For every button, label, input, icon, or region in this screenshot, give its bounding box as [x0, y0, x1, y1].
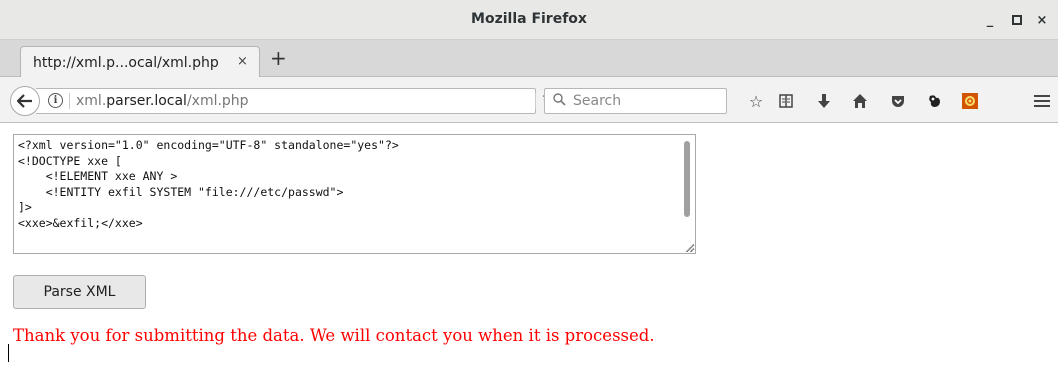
resize-grip-icon[interactable]: [684, 242, 694, 252]
addon-icon[interactable]: [960, 91, 980, 111]
reading-list-icon[interactable]: [776, 91, 796, 111]
back-button[interactable]: [10, 86, 40, 116]
status-message: Thank you for submitting the data. We wi…: [13, 326, 655, 345]
tab-label: http://xml.p...ocal/xml.php: [33, 55, 219, 71]
window-titlebar: Mozilla Firefox _ ×: [0, 0, 1058, 40]
url-separator-2: [535, 93, 536, 109]
tab-strip: http://xml.p...ocal/xml.php × +: [0, 40, 1058, 78]
info-icon[interactable]: i: [48, 93, 63, 108]
text-cursor: [8, 344, 9, 362]
back-arrow-icon: [17, 94, 32, 108]
navigation-bar: i xml.parser.local/xml.php ↻ Search ☆: [0, 77, 1058, 123]
url-separator: [69, 93, 70, 109]
menu-icon[interactable]: [1032, 91, 1052, 111]
maximize-icon: [1012, 15, 1022, 25]
download-icon[interactable]: [814, 91, 834, 111]
url-text[interactable]: xml.parser.local/xml.php: [76, 93, 249, 109]
home-icon[interactable]: [850, 91, 870, 111]
star-icon[interactable]: ☆: [746, 91, 766, 111]
url-host: parser.local: [106, 93, 187, 109]
search-box[interactable]: Search: [544, 88, 727, 114]
window-title: Mozilla Firefox: [471, 11, 587, 27]
maximize-button[interactable]: [1007, 10, 1027, 30]
pocket-icon[interactable]: [888, 91, 908, 111]
search-placeholder: Search: [573, 93, 622, 109]
xml-input-scrollbar[interactable]: [681, 137, 692, 251]
tab-close-icon[interactable]: ×: [237, 54, 248, 69]
xml-input[interactable]: [13, 134, 696, 254]
new-tab-button[interactable]: +: [270, 48, 287, 68]
extension-icon[interactable]: [925, 91, 945, 111]
parse-xml-button[interactable]: Parse XML: [13, 275, 146, 309]
url-bar[interactable]: i xml.parser.local/xml.php ↻: [36, 88, 554, 114]
url-prefix: xml.: [76, 93, 107, 109]
tab-xml-php[interactable]: http://xml.p...ocal/xml.php ×: [20, 46, 260, 78]
scrollbar-thumb[interactable]: [684, 141, 690, 217]
url-path: /xml.php: [186, 93, 249, 109]
close-window-button[interactable]: ×: [1032, 10, 1052, 30]
minimize-button[interactable]: _: [980, 10, 1000, 30]
search-icon: [553, 93, 566, 110]
